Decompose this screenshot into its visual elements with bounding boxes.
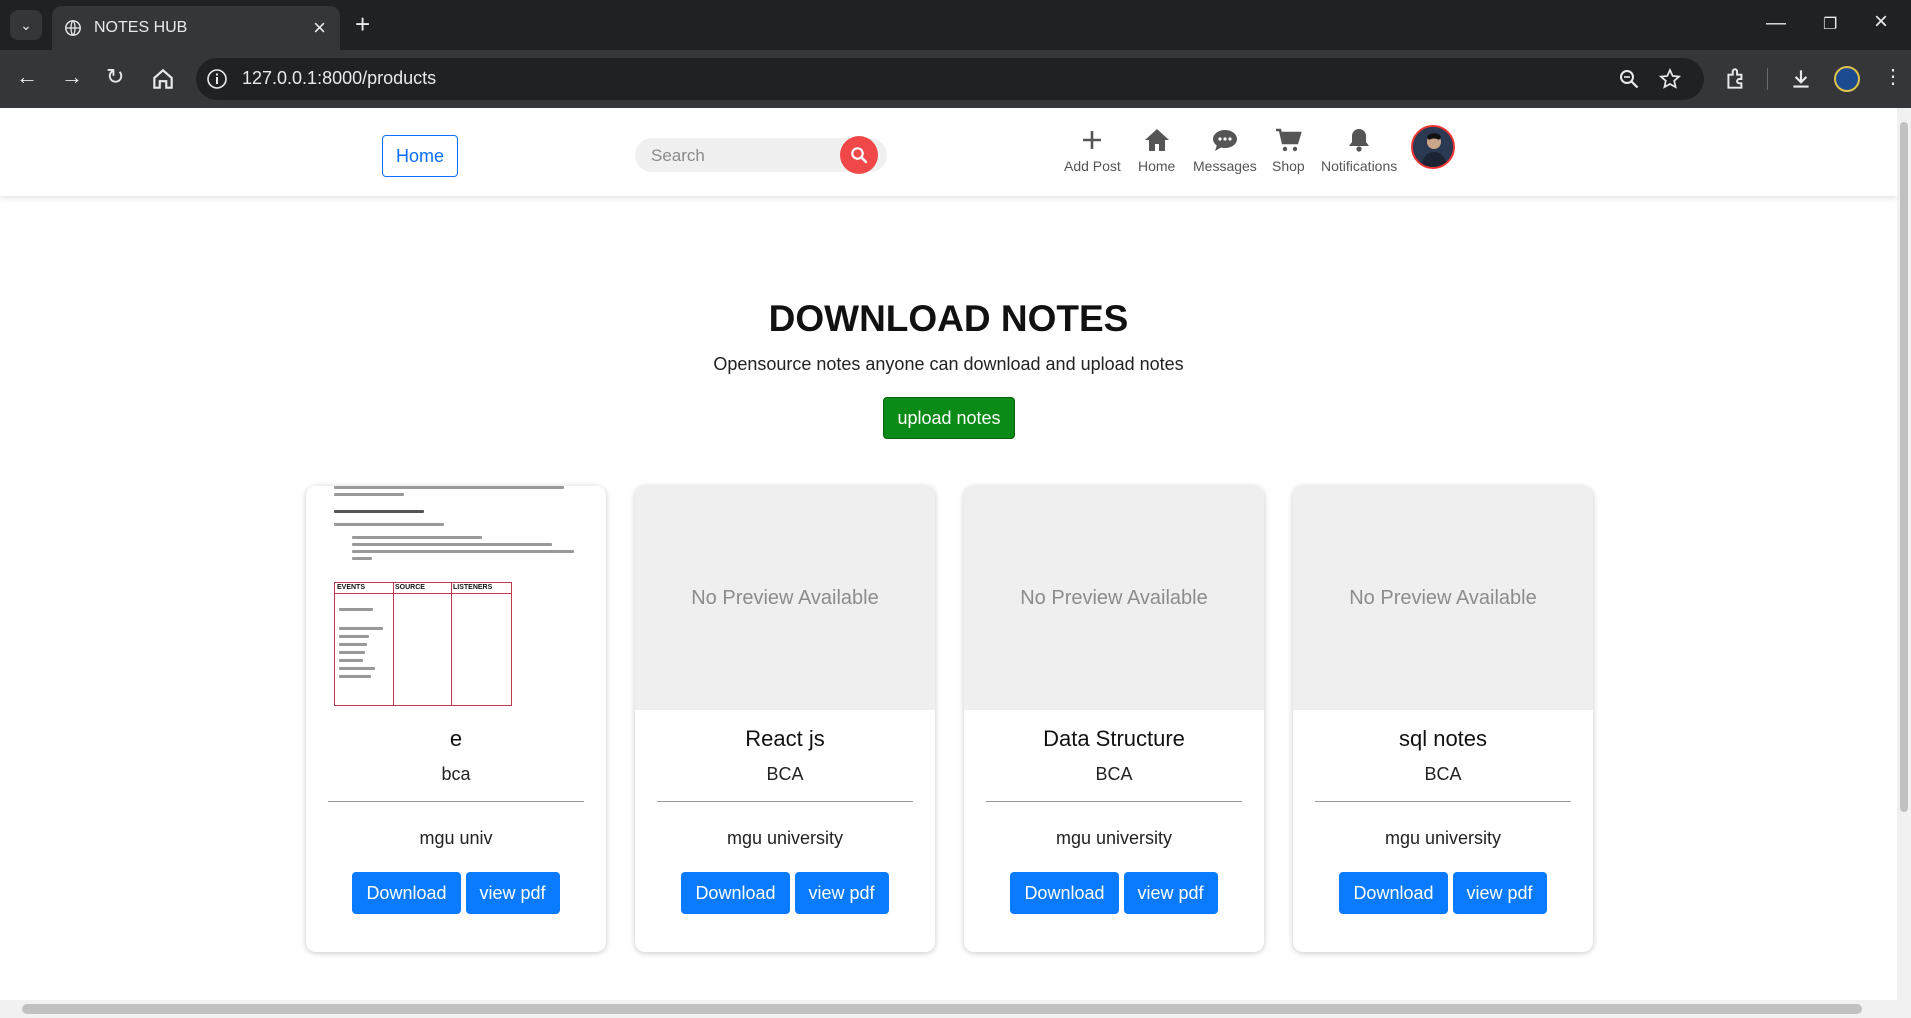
nav-label: Notifications (1321, 158, 1398, 174)
toolbar-divider (1767, 68, 1768, 90)
home-icon (1144, 129, 1169, 151)
browser-tab[interactable]: NOTES HUB × (52, 6, 340, 50)
note-title: React js (745, 726, 825, 751)
nav-notifications[interactable]: Notifications (1321, 126, 1397, 174)
home-button[interactable]: Home (382, 135, 458, 177)
divider (1315, 801, 1571, 802)
note-card: No Preview Available sql notes BCA mgu u… (1293, 486, 1593, 952)
no-preview-placeholder: No Preview Available (964, 486, 1264, 710)
note-course: BCA (1424, 764, 1462, 784)
download-button[interactable]: Download (352, 872, 461, 914)
tab-search-button[interactable]: ⌄ (10, 10, 42, 40)
plus-icon (1083, 131, 1102, 149)
view-pdf-button[interactable]: view pdf (794, 872, 889, 914)
reload-icon[interactable]: ↻ (106, 64, 124, 90)
divider (657, 801, 913, 802)
bell-icon (1349, 129, 1370, 152)
tab-title: NOTES HUB (94, 19, 188, 36)
view-pdf-button[interactable]: view pdf (1123, 872, 1218, 914)
site-info-icon[interactable] (206, 68, 228, 90)
download-button[interactable]: Download (1010, 872, 1119, 914)
chat-icon (1212, 130, 1237, 151)
nav-label: Add Post (1064, 158, 1121, 174)
card-actions: Download view pdf (964, 872, 1264, 914)
card-actions: Download view pdf (635, 872, 935, 914)
home-browser-icon[interactable] (150, 66, 176, 92)
download-button[interactable]: Download (681, 872, 790, 914)
note-card: EVENTS SOURCE LISTENERS e bca mgu univ D… (306, 486, 606, 952)
note-university: mgu university (1384, 828, 1502, 848)
forward-icon[interactable]: → (61, 64, 83, 90)
nav-label: Messages (1193, 158, 1257, 174)
horizontal-scrollbar[interactable] (0, 1000, 1911, 1018)
extensions-icon[interactable] (1723, 66, 1749, 92)
nav-home[interactable]: Home (1138, 126, 1175, 174)
cart-icon (1276, 128, 1303, 152)
table-header: SOURCE (395, 584, 425, 591)
note-university: mgu university (726, 828, 844, 848)
minimize-icon[interactable]: — (1766, 12, 1786, 35)
search-input[interactable] (649, 145, 833, 167)
note-title: Data Structure (1043, 726, 1185, 751)
note-university: mgu university (1055, 828, 1173, 848)
new-tab-button[interactable]: + (355, 10, 370, 38)
note-course: bca (441, 764, 471, 784)
divider (986, 801, 1242, 802)
vertical-scrollbar[interactable] (1897, 108, 1911, 1000)
page-subtitle: Opensource notes anyone can download and… (713, 354, 1184, 374)
table-header: LISTENERS (453, 584, 493, 591)
menu-icon[interactable]: ⋮ (1883, 64, 1903, 89)
search-button[interactable] (840, 136, 878, 174)
browser-tab-bar: ⌄ NOTES HUB × + — ❐ × (0, 0, 1911, 50)
divider (328, 801, 584, 802)
browser-toolbar: ← → ↻ 127.0.0.1:8000/products ⋮ (0, 50, 1911, 108)
note-preview-image: EVENTS SOURCE LISTENERS (306, 486, 606, 710)
avatar-image (1413, 127, 1453, 167)
nav-messages[interactable]: Messages (1193, 126, 1257, 174)
nav-label: Shop (1272, 158, 1305, 174)
nav-shop[interactable]: Shop (1272, 126, 1305, 174)
url-text: 127.0.0.1:8000/products (242, 68, 437, 88)
profile-icon[interactable] (1834, 66, 1860, 92)
page-title: DOWNLOAD NOTES (768, 298, 1129, 339)
card-actions: Download view pdf (1293, 872, 1593, 914)
back-icon[interactable]: ← (16, 64, 38, 90)
no-preview-placeholder: No Preview Available (1293, 486, 1593, 710)
scrollbar-thumb[interactable] (22, 1004, 1862, 1014)
note-title: sql notes (1398, 726, 1488, 751)
globe-icon (65, 20, 81, 36)
upload-notes-button[interactable]: upload notes (883, 397, 1015, 439)
nav-add-post[interactable]: Add Post (1064, 126, 1121, 174)
restore-icon[interactable]: ❐ (1823, 14, 1837, 34)
note-card: No Preview Available Data Structure BCA … (964, 486, 1264, 952)
table-header: EVENTS (337, 584, 366, 591)
no-preview-placeholder: No Preview Available (635, 486, 935, 710)
note-university: mgu univ (419, 828, 493, 848)
window-close-icon[interactable]: × (1874, 8, 1888, 36)
document-table: EVENTS SOURCE LISTENERS (334, 582, 512, 706)
download-icon[interactable] (1788, 66, 1814, 92)
search-icon (851, 147, 868, 164)
card-actions: Download view pdf (306, 872, 606, 914)
note-title: e (449, 726, 463, 751)
download-button[interactable]: Download (1339, 872, 1448, 914)
document-text-lines (334, 486, 584, 564)
nav-label: Home (1138, 158, 1176, 174)
view-pdf-button[interactable]: view pdf (1452, 872, 1547, 914)
bookmark-star-icon[interactable] (1659, 68, 1681, 90)
close-tab-icon[interactable]: × (313, 17, 326, 39)
zoom-icon[interactable] (1618, 68, 1640, 90)
note-course: BCA (766, 764, 804, 784)
scrollbar-thumb[interactable] (1900, 122, 1908, 812)
page-viewport: Home Add Post Home Messages Shop Notific… (0, 108, 1897, 1000)
user-avatar[interactable] (1411, 125, 1455, 169)
note-course: BCA (1095, 764, 1133, 784)
note-card: No Preview Available React js BCA mgu un… (635, 486, 935, 952)
site-navbar: Home Add Post Home Messages Shop Notific… (0, 108, 1897, 196)
address-bar[interactable]: 127.0.0.1:8000/products (196, 58, 1704, 100)
view-pdf-button[interactable]: view pdf (465, 872, 560, 914)
